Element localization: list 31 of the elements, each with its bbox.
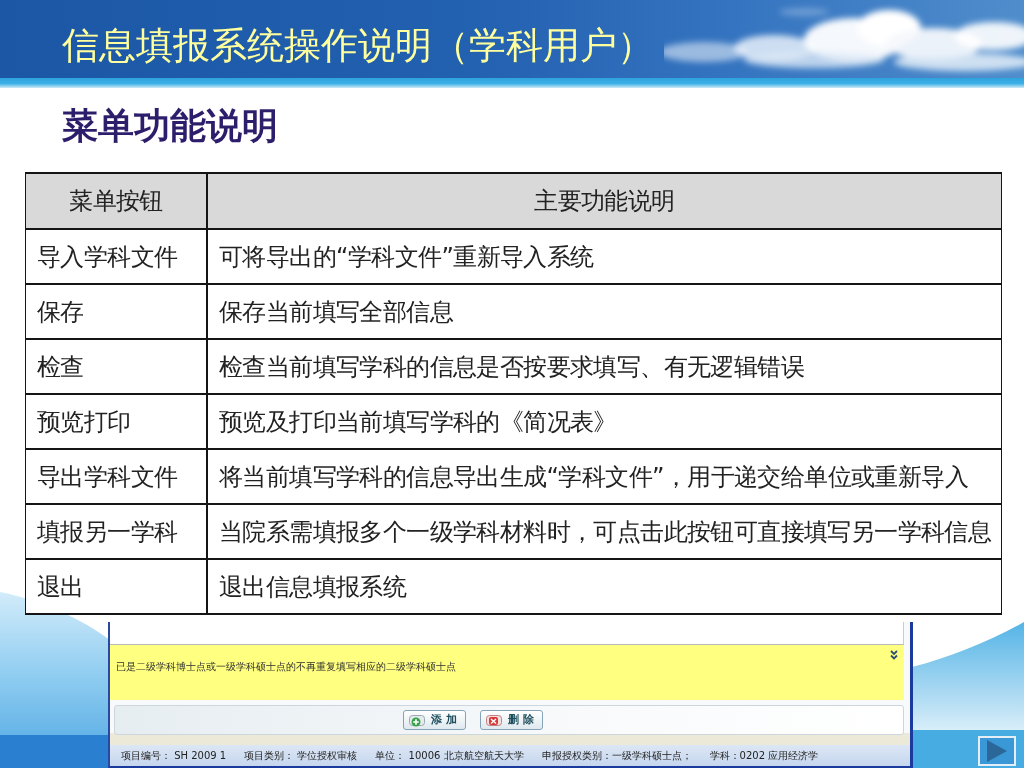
table-cell: 检查 xyxy=(25,339,207,394)
status-text: 学科：0202 应用经济学 xyxy=(709,749,819,762)
table-cell: 预览及打印当前填写学科的《简况表》 xyxy=(207,394,1002,449)
table-cell: 可将导出的“学科文件”重新导入系统 xyxy=(207,229,1002,284)
column-header: 主要功能说明 xyxy=(207,173,1002,229)
toolbar-button[interactable]: 删 除 xyxy=(479,710,543,730)
status-text: 项目类别： 学位授权审核 xyxy=(244,749,358,762)
table-cell: 填报另一学科 xyxy=(25,504,207,559)
slide-title: 信息填报系统操作说明（学科用户） xyxy=(62,24,654,68)
status-text: 项目编号： SH 2009 1 xyxy=(121,749,227,762)
double-chevron-icon[interactable] xyxy=(890,650,898,660)
table-cell: 检查当前填写学科的信息是否按要求填写、有无逻辑错误 xyxy=(207,339,1002,394)
status-text: 申报授权类别：一级学科硕士点； xyxy=(541,749,692,762)
column-header: 菜单按钮 xyxy=(25,173,207,229)
notice-text: 已是二级学科博士点或一级学科硕士点的不再重复填写相应的二级学科硕士点 xyxy=(116,661,456,673)
table-cell: 退出 xyxy=(25,559,207,614)
table-cell: 将当前填写学科的信息导出生成“学科文件”，用于递交给单位或重新导入 xyxy=(207,449,1002,504)
table-cell: 保存 xyxy=(25,284,207,339)
table-cell: 当院系需填报多个一级学科材料时，可点击此按钮可直接填写另一学科信息 xyxy=(207,504,1002,559)
table-cell: 导出学科文件 xyxy=(25,449,207,504)
next-slide-button[interactable] xyxy=(978,736,1016,766)
toolbar-button[interactable]: 添 加 xyxy=(403,710,466,730)
table-cell: 预览打印 xyxy=(25,394,207,449)
plus-icon xyxy=(409,713,425,727)
table-cell: 退出信息填报系统 xyxy=(207,559,1002,614)
x-mark-icon xyxy=(485,713,502,727)
table-cell: 导入学科文件 xyxy=(25,229,207,284)
section-title: 菜单功能说明 xyxy=(62,104,279,148)
play-icon xyxy=(987,740,1007,762)
table-cell: 保存当前填写全部信息 xyxy=(207,284,1002,339)
status-text: 单位： 10006 北京航空航天大学 xyxy=(375,749,524,762)
